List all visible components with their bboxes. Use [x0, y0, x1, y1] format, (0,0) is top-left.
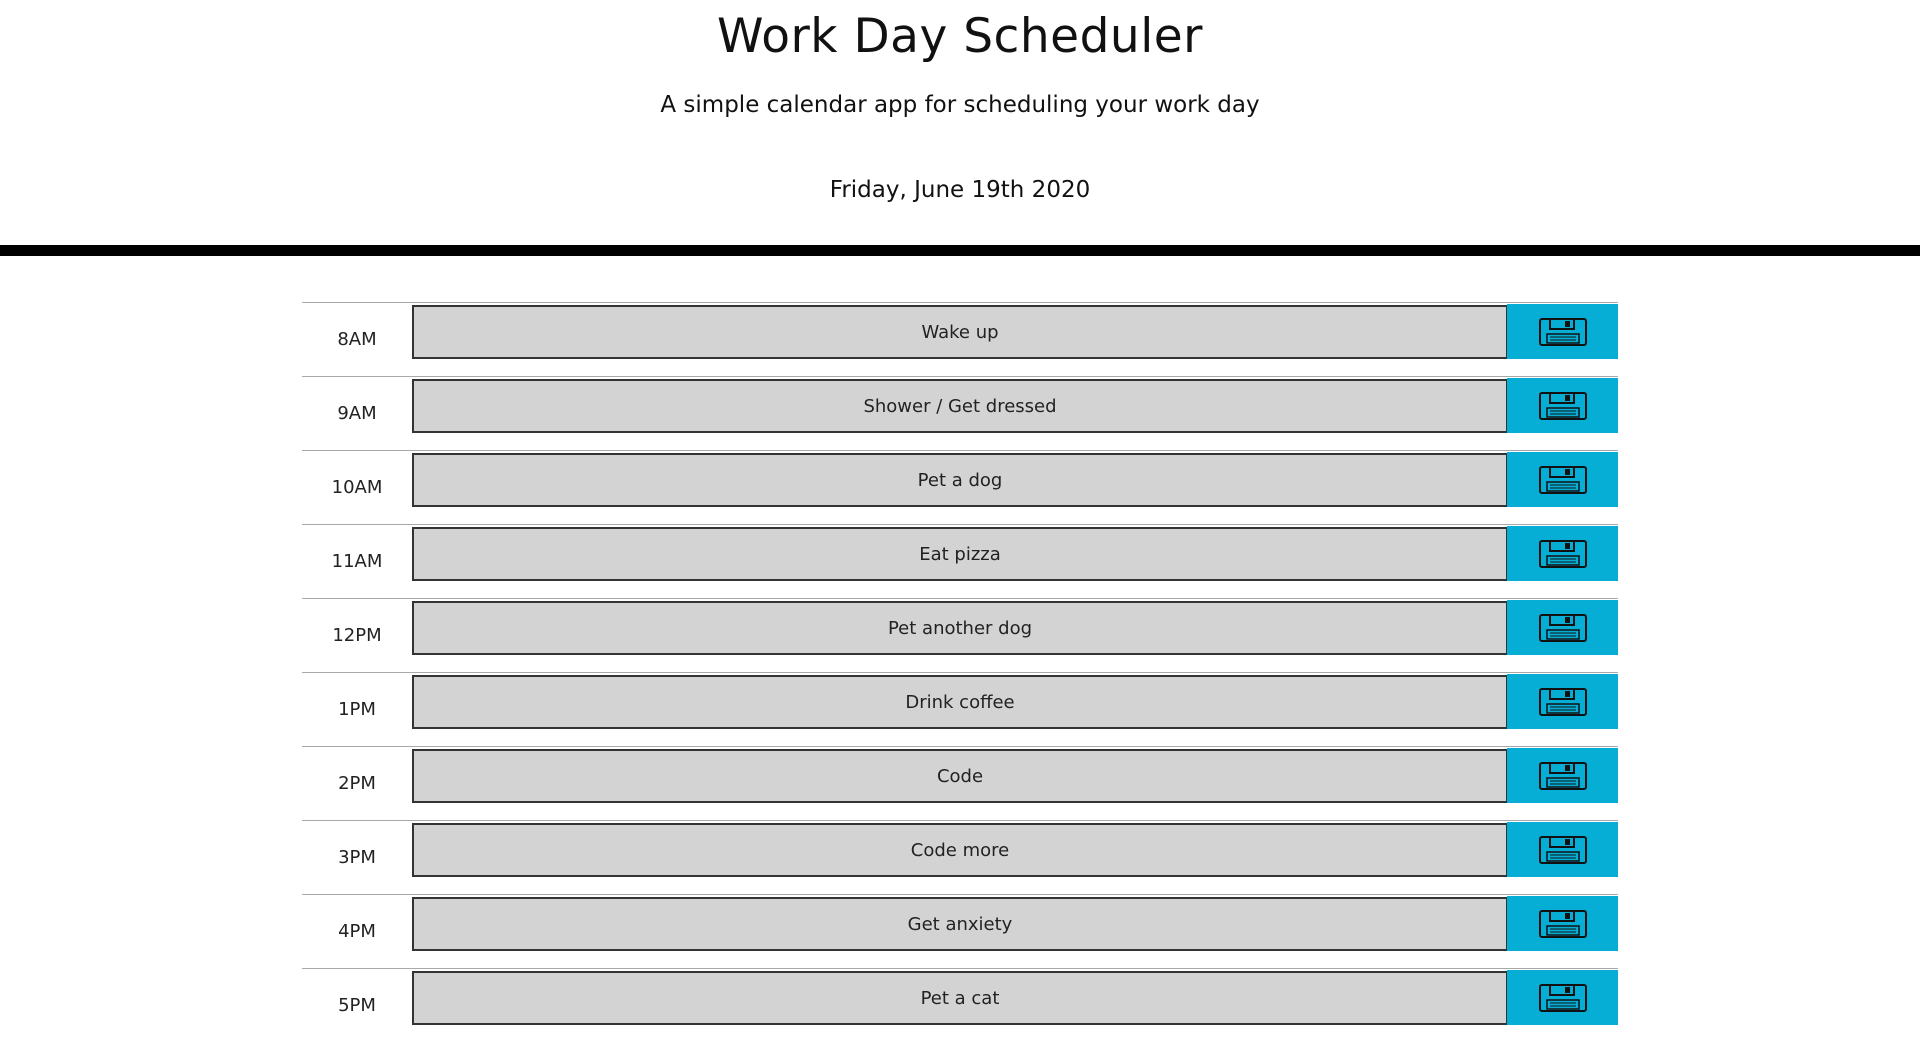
hour-label: 10AM [331, 477, 383, 498]
save-button[interactable] [1507, 748, 1618, 803]
header: Work Day Scheduler A simple calendar app… [0, 0, 1920, 256]
floppy-disk-icon [1538, 391, 1588, 421]
time-block: 11AM Eat pizza [302, 524, 1618, 598]
event-description[interactable]: Eat pizza [412, 527, 1507, 581]
event-description[interactable]: Wake up [412, 305, 1507, 359]
event-description[interactable]: Drink coffee [412, 675, 1507, 729]
time-block: 2PM Code [302, 746, 1618, 820]
save-button[interactable] [1507, 304, 1618, 359]
event-description[interactable]: Pet a cat [412, 971, 1507, 1025]
floppy-disk-icon [1538, 613, 1588, 643]
save-button[interactable] [1507, 970, 1618, 1025]
save-button[interactable] [1507, 526, 1618, 581]
time-block: 10AM Pet a dog [302, 450, 1618, 524]
current-day: Friday, June 19th 2020 [829, 177, 1091, 203]
floppy-disk-icon [1538, 465, 1588, 495]
save-button[interactable] [1507, 674, 1618, 729]
floppy-disk-icon [1538, 761, 1588, 791]
hour-label: 12PM [332, 625, 382, 646]
floppy-disk-icon [1538, 317, 1588, 347]
hour-label: 5PM [338, 995, 376, 1016]
save-button[interactable] [1507, 600, 1618, 655]
time-block: 5PM Pet a cat [302, 968, 1618, 1042]
save-button[interactable] [1507, 452, 1618, 507]
event-description[interactable]: Get anxiety [412, 897, 1507, 951]
schedule-container: 8AM Wake up 9AM Shower / Get dressed 10A… [302, 302, 1618, 1042]
floppy-disk-icon [1538, 983, 1588, 1013]
time-block: 1PM Drink coffee [302, 672, 1618, 746]
event-description[interactable]: Pet a dog [412, 453, 1507, 507]
hour-label: 11AM [331, 551, 383, 572]
event-description[interactable]: Pet another dog [412, 601, 1507, 655]
save-button[interactable] [1507, 822, 1618, 877]
page-title: Work Day Scheduler [717, 9, 1203, 64]
hour-label: 4PM [338, 921, 376, 942]
save-button[interactable] [1507, 378, 1618, 433]
hour-label: 2PM [338, 773, 376, 794]
time-block: 8AM Wake up [302, 302, 1618, 376]
hour-label: 1PM [338, 699, 376, 720]
hour-label: 8AM [337, 329, 377, 350]
page-subtitle: A simple calendar app for scheduling you… [660, 92, 1260, 118]
event-description[interactable]: Shower / Get dressed [412, 379, 1507, 433]
floppy-disk-icon [1538, 909, 1588, 939]
time-block: 12PM Pet another dog [302, 598, 1618, 672]
save-button[interactable] [1507, 896, 1618, 951]
hour-label: 3PM [338, 847, 376, 868]
event-description[interactable]: Code more [412, 823, 1507, 877]
floppy-disk-icon [1538, 539, 1588, 569]
time-block: 4PM Get anxiety [302, 894, 1618, 968]
time-block: 9AM Shower / Get dressed [302, 376, 1618, 450]
hour-label: 9AM [337, 403, 377, 424]
floppy-disk-icon [1538, 687, 1588, 717]
time-block: 3PM Code more [302, 820, 1618, 894]
event-description[interactable]: Code [412, 749, 1507, 803]
floppy-disk-icon [1538, 835, 1588, 865]
